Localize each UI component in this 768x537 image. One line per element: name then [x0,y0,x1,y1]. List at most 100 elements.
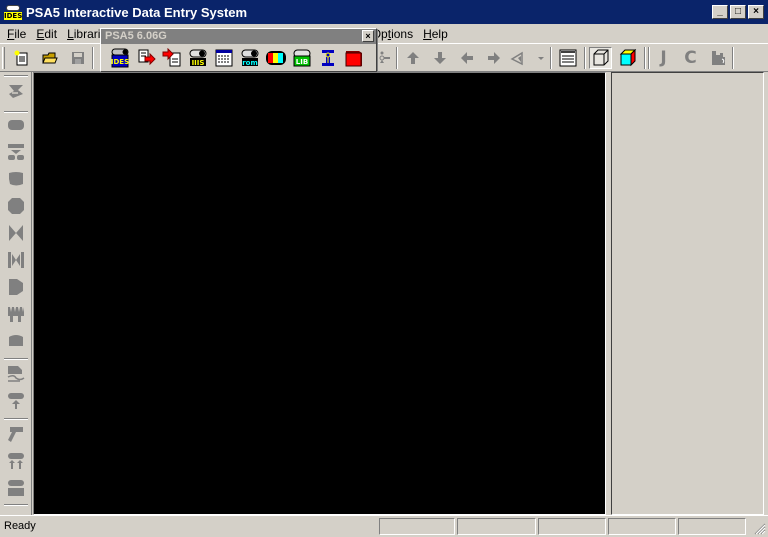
iiis-button[interactable]: IIIS [185,47,211,69]
spreadsheet-icon [215,49,233,67]
valve-button[interactable] [4,222,28,244]
pipe-segment-button[interactable] [4,114,28,136]
new-file-button[interactable] [10,47,33,69]
import-button[interactable] [159,47,185,69]
expansion-joint-button[interactable] [4,303,28,325]
reducer-button[interactable] [4,276,28,298]
solid-cube-icon [619,49,636,67]
tree-node-icon [379,51,390,63]
key-button[interactable] [315,47,341,69]
elbow-button[interactable] [4,168,28,190]
elbow-icon [9,172,23,186]
library-icon: LIB [293,49,311,67]
palette-close-button[interactable]: × [362,30,374,42]
plugin-button[interactable] [706,47,729,69]
toolbar-separator [4,358,28,360]
book-icon [345,51,362,67]
export-icon [138,49,156,66]
j-button[interactable]: J [652,47,675,69]
export-button[interactable] [133,47,159,69]
ides-button[interactable]: IDES [107,47,133,69]
ides-icon: IDES [111,48,129,68]
toolbar-separator [4,111,28,113]
tee-icon [8,144,24,160]
double-support-icon [8,453,24,469]
bend-button[interactable] [4,195,28,217]
c-button[interactable]: C [679,47,702,69]
list-view-icon [559,49,576,67]
tee-button[interactable] [4,141,28,163]
model-canvas[interactable] [33,72,606,515]
toolbar-separator [648,47,650,69]
wireframe-view-button[interactable] [589,47,612,69]
rom-icon: rom [241,49,259,67]
nozzle-icon [7,366,25,382]
properties-pane[interactable] [611,72,764,515]
status-bar: Ready [0,515,768,537]
toolbar-separator [4,418,28,420]
equipment-button[interactable] [4,477,28,499]
solid-view-button[interactable] [616,47,639,69]
rotate-view-button[interactable] [509,47,527,69]
resize-grip-icon[interactable] [754,523,766,535]
status-pane [457,518,536,535]
menu-help[interactable]: Help [418,27,453,41]
save-icon [71,52,84,64]
floating-palette: PSA5 6.06G × IDES IIIS rom LIB [100,28,377,72]
open-button[interactable] [38,47,61,69]
rotate-view-icon [510,51,523,66]
view-dropdown-button[interactable] [536,47,546,69]
title-bar: IDES PSA5 Interactive Data Entry System … [0,0,768,24]
support-button[interactable] [4,390,28,412]
menu-file[interactable]: File [2,27,31,41]
close-icon: × [365,31,371,41]
minimize-icon: _ [717,6,723,17]
double-support-button[interactable] [4,450,28,472]
save-button[interactable] [66,47,89,69]
status-text: Ready [4,520,36,532]
status-pane [379,518,455,535]
plugin-icon [711,51,725,65]
new-file-icon [14,50,27,66]
move-right-button[interactable] [482,47,505,69]
j-icon: J [660,48,667,68]
close-button[interactable]: × [748,5,764,19]
cap-icon [9,335,23,346]
wireframe-cube-icon [593,49,608,66]
anchor-tool-button[interactable] [4,80,28,102]
svg-text:IDES: IDES [111,58,129,66]
reducer-icon [9,279,23,295]
palette-title-bar[interactable]: PSA5 6.06G × [101,29,376,44]
spreadsheet-button[interactable] [211,47,237,69]
book-button[interactable] [341,47,367,69]
bend-icon [8,198,24,214]
toolbar-separator [92,47,94,69]
list-view-button[interactable] [556,47,579,69]
flanged-valve-button[interactable] [4,249,28,271]
minimize-button[interactable]: _ [712,5,728,19]
toolbar-separator [4,504,28,506]
library-button[interactable]: LIB [289,47,315,69]
flanged-valve-icon [8,252,24,268]
cap-button[interactable] [4,330,28,352]
close-icon: × [753,6,759,17]
rom-button[interactable]: rom [237,47,263,69]
iiis-icon: IIIS [189,49,207,67]
color-blocks-icon [266,51,286,65]
nozzle-button[interactable] [4,363,28,385]
menu-edit[interactable]: Edit [31,27,62,41]
anchor-tool-icon [9,85,23,98]
equipment-icon [8,480,24,496]
move-up-button[interactable] [401,47,424,69]
move-down-button[interactable] [428,47,451,69]
hanger-button[interactable] [4,423,28,445]
toolbar-grip[interactable] [4,75,28,77]
move-left-button[interactable] [455,47,478,69]
status-pane [538,518,606,535]
app-icon[interactable]: IDES [4,3,22,21]
toolbar-separator [732,47,734,69]
palette-title: PSA5 6.06G [105,30,167,42]
color-blocks-button[interactable] [263,47,289,69]
toolbar-grip[interactable] [2,47,5,69]
maximize-button[interactable]: □ [730,5,746,19]
